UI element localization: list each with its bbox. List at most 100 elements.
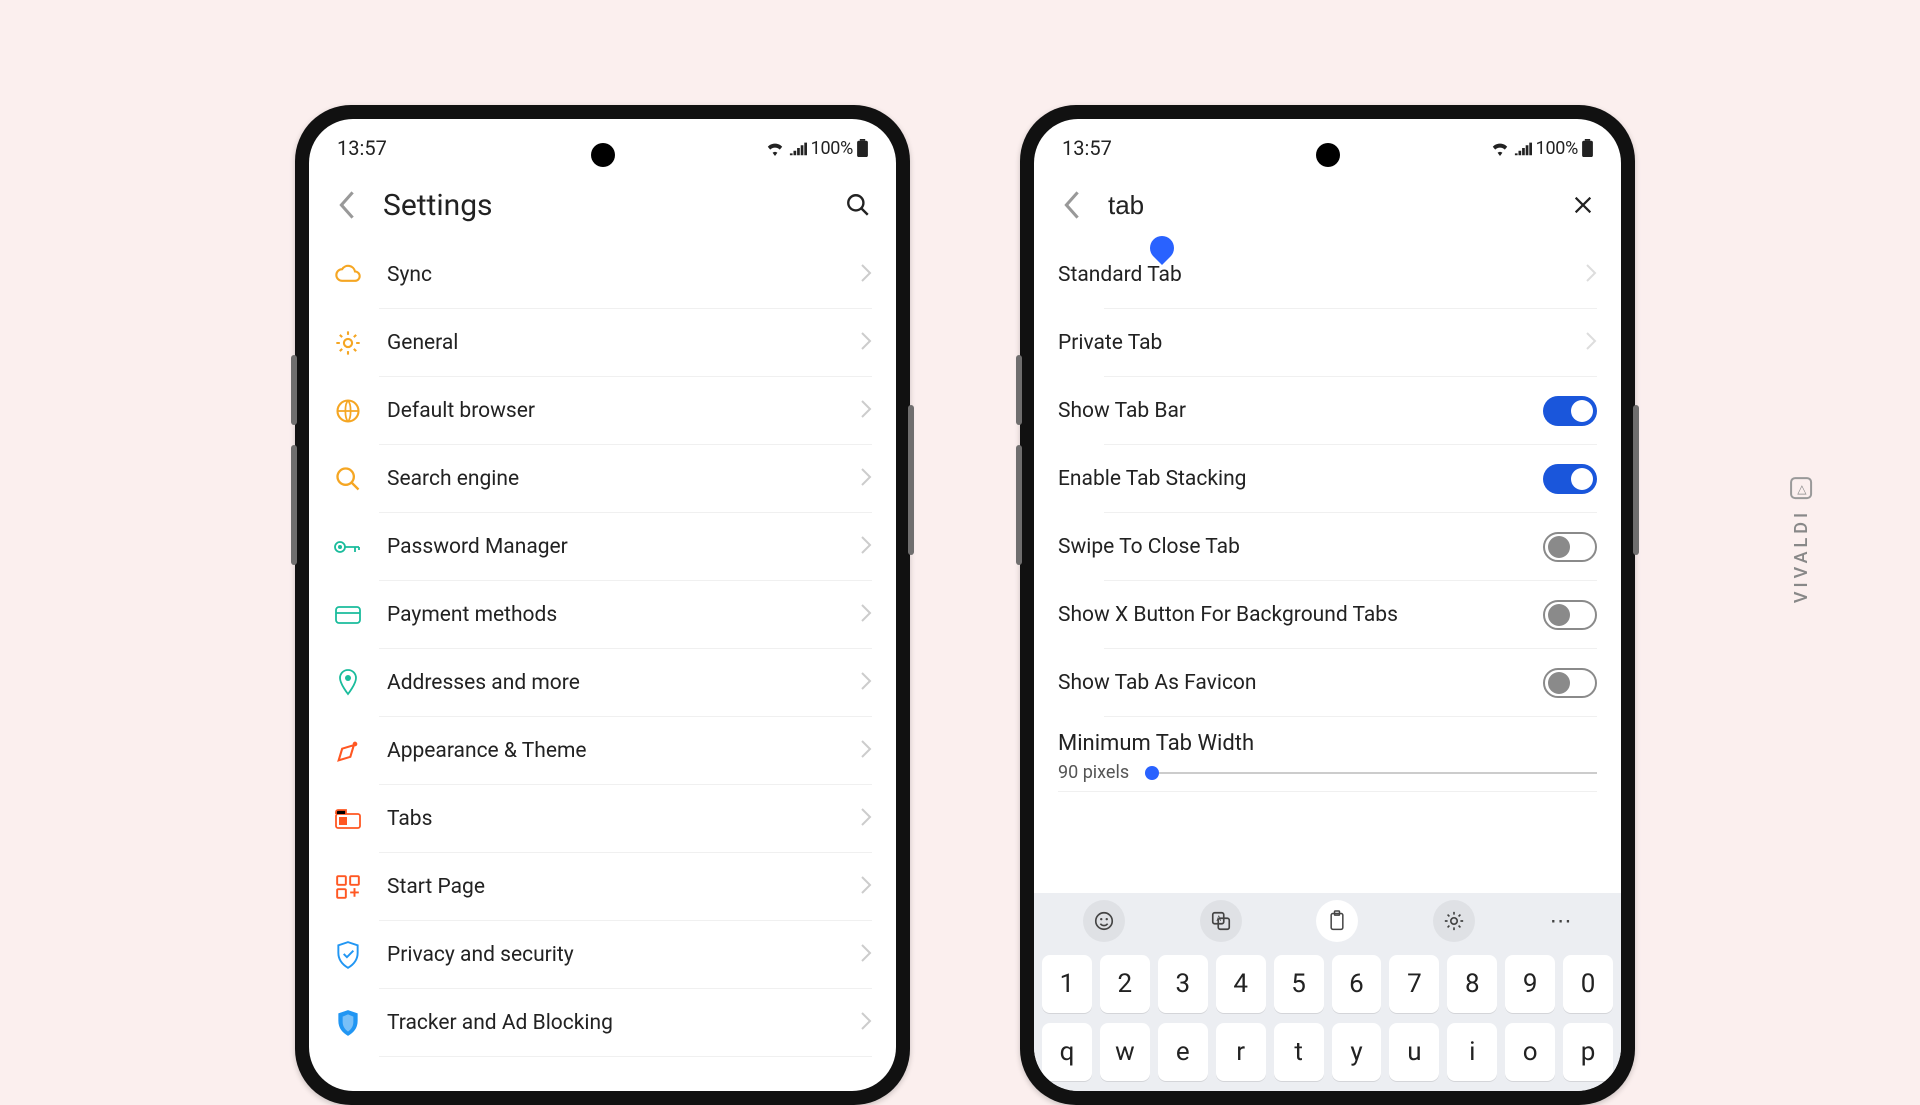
settings-item-addresses-and-more[interactable]: Addresses and more xyxy=(379,649,872,717)
search-header xyxy=(1034,169,1621,241)
toggle-switch[interactable] xyxy=(1543,668,1597,698)
settings-item-label: Sync xyxy=(387,263,836,287)
brush-icon xyxy=(333,736,363,766)
settings-item-payment-methods[interactable]: Payment methods xyxy=(379,581,872,649)
wifi-icon xyxy=(1490,140,1510,156)
volume-up-button xyxy=(1016,355,1022,425)
key-1[interactable]: 1 xyxy=(1042,955,1092,1013)
key-8[interactable]: 8 xyxy=(1447,955,1497,1013)
result-row-standard-tab[interactable]: Standard Tab xyxy=(1104,241,1597,309)
key-5[interactable]: 5 xyxy=(1274,955,1324,1013)
result-row-private-tab[interactable]: Private Tab xyxy=(1104,309,1597,377)
key-4[interactable]: 4 xyxy=(1216,955,1266,1013)
translate-button[interactable]: A xyxy=(1200,900,1242,942)
card-icon xyxy=(333,600,363,630)
settings-item-sync[interactable]: Sync xyxy=(379,241,872,309)
pin-icon xyxy=(333,668,363,698)
key-o[interactable]: o xyxy=(1505,1023,1555,1081)
slider-title: Minimum Tab Width xyxy=(1058,731,1597,756)
toggle-switch[interactable] xyxy=(1543,600,1597,630)
key-w[interactable]: w xyxy=(1100,1023,1150,1081)
page-title: Settings xyxy=(383,188,822,223)
toggle-switch[interactable] xyxy=(1543,532,1597,562)
cloud-icon xyxy=(333,260,363,290)
settings-item-tabs[interactable]: Tabs xyxy=(379,785,872,853)
result-label: Standard Tab xyxy=(1058,263,1561,287)
result-label: Swipe To Close Tab xyxy=(1058,535,1519,559)
back-button[interactable] xyxy=(1054,187,1090,223)
phone-settings: 13:57 100% Setti xyxy=(295,105,910,1105)
power-button xyxy=(908,405,914,555)
key-e[interactable]: e xyxy=(1158,1023,1208,1081)
chevron-right-icon xyxy=(1585,263,1597,287)
key-6[interactable]: 6 xyxy=(1332,955,1382,1013)
volume-down-button xyxy=(291,445,297,565)
settings-item-label: Addresses and more xyxy=(387,671,836,695)
key-9[interactable]: 9 xyxy=(1505,955,1555,1013)
settings-header: Settings xyxy=(309,169,896,241)
settings-item-general[interactable]: General xyxy=(379,309,872,377)
settings-item-label: Search engine xyxy=(387,467,836,491)
settings-item-tracker-and-ad-blocking[interactable]: Tracker and Ad Blocking xyxy=(379,989,872,1057)
settings-item-search-engine[interactable]: Search engine xyxy=(379,445,872,513)
key-t[interactable]: t xyxy=(1274,1023,1324,1081)
brand-name: VIVALDI xyxy=(1790,509,1811,603)
back-button[interactable] xyxy=(329,187,365,223)
battery-icon xyxy=(1582,139,1593,157)
shield-filled-icon xyxy=(333,1008,363,1038)
power-button xyxy=(1633,405,1639,555)
settings-item-start-page[interactable]: Start Page xyxy=(379,853,872,921)
wifi-icon xyxy=(765,140,785,156)
result-row-show-tab-as-favicon[interactable]: Show Tab As Favicon xyxy=(1104,649,1597,717)
keyboard-settings-button[interactable] xyxy=(1433,900,1475,942)
chevron-right-icon xyxy=(860,331,872,355)
toggle-switch[interactable] xyxy=(1543,396,1597,426)
key-i[interactable]: i xyxy=(1447,1023,1497,1081)
clipboard-button[interactable] xyxy=(1316,900,1358,942)
result-label: Enable Tab Stacking xyxy=(1058,467,1519,491)
chevron-right-icon xyxy=(860,1011,872,1035)
emoji-button[interactable] xyxy=(1083,900,1125,942)
key-q[interactable]: q xyxy=(1042,1023,1092,1081)
shield-check-icon xyxy=(333,940,363,970)
keyboard-more-button[interactable]: ⋯ xyxy=(1550,909,1572,934)
camera-cutout xyxy=(1316,143,1340,167)
result-label: Show X Button For Background Tabs xyxy=(1058,603,1519,627)
result-row-enable-tab-stacking[interactable]: Enable Tab Stacking xyxy=(1104,445,1597,513)
battery-icon xyxy=(857,139,868,157)
result-row-show-x-button-for-background-tabs[interactable]: Show X Button For Background Tabs xyxy=(1104,581,1597,649)
chevron-right-icon xyxy=(860,807,872,831)
settings-item-appearance-theme[interactable]: Appearance & Theme xyxy=(379,717,872,785)
settings-item-label: Start Page xyxy=(387,875,836,899)
result-row-swipe-to-close-tab[interactable]: Swipe To Close Tab xyxy=(1104,513,1597,581)
min-tab-width-row[interactable]: Minimum Tab Width90 pixels xyxy=(1058,717,1597,792)
slider-thumb[interactable] xyxy=(1145,766,1159,780)
chevron-right-icon xyxy=(860,399,872,423)
settings-item-label: Password Manager xyxy=(387,535,836,559)
toggle-switch[interactable] xyxy=(1543,464,1597,494)
chevron-right-icon xyxy=(860,467,872,491)
key-u[interactable]: u xyxy=(1389,1023,1439,1081)
settings-search-input[interactable] xyxy=(1108,190,1547,221)
key-7[interactable]: 7 xyxy=(1389,955,1439,1013)
result-label: Private Tab xyxy=(1058,331,1561,355)
settings-item-password-manager[interactable]: Password Manager xyxy=(379,513,872,581)
key-r[interactable]: r xyxy=(1216,1023,1266,1081)
search-icon xyxy=(333,464,363,494)
slider-track[interactable] xyxy=(1145,772,1597,774)
result-row-show-tab-bar[interactable]: Show Tab Bar xyxy=(1104,377,1597,445)
key-0[interactable]: 0 xyxy=(1563,955,1613,1013)
key-3[interactable]: 3 xyxy=(1158,955,1208,1013)
key-icon xyxy=(333,532,363,562)
signal-icon xyxy=(789,140,807,156)
key-p[interactable]: p xyxy=(1563,1023,1613,1081)
settings-item-privacy-and-security[interactable]: Privacy and security xyxy=(379,921,872,989)
search-button[interactable] xyxy=(840,187,876,223)
settings-item-label: Tabs xyxy=(387,807,836,831)
settings-item-default-browser[interactable]: Default browser xyxy=(379,377,872,445)
key-y[interactable]: y xyxy=(1332,1023,1382,1081)
settings-item-label: Payment methods xyxy=(387,603,836,627)
key-2[interactable]: 2 xyxy=(1100,955,1150,1013)
clear-search-button[interactable] xyxy=(1565,187,1601,223)
chevron-right-icon xyxy=(860,603,872,627)
